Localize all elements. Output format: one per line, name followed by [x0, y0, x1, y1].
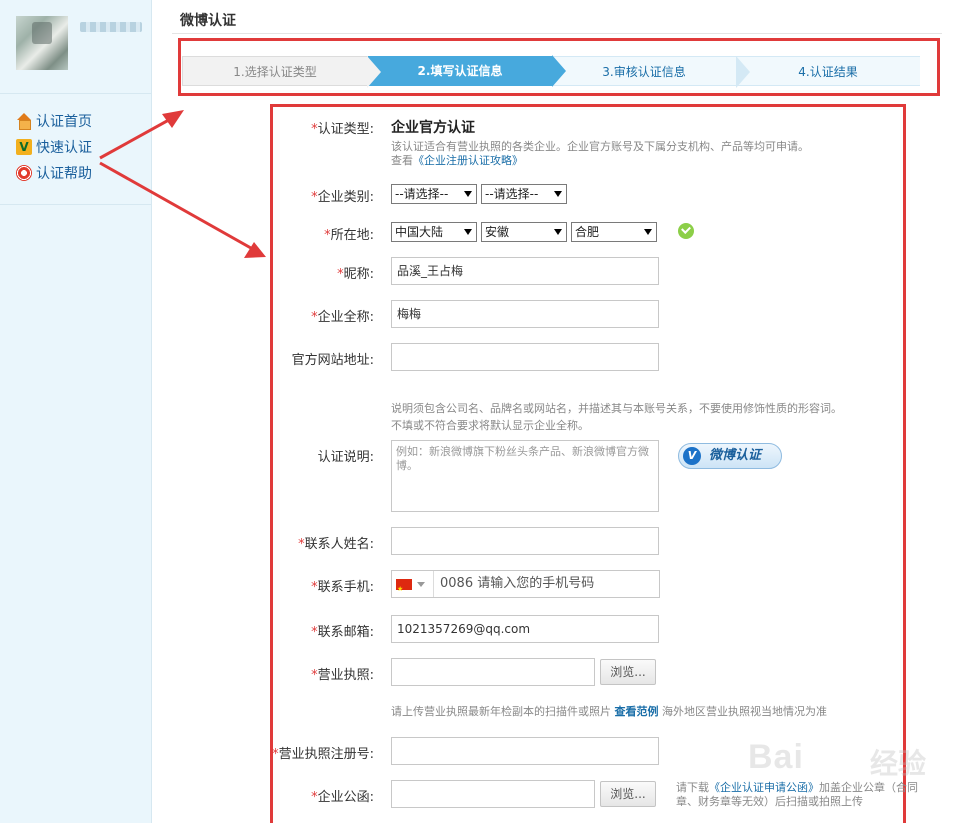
chevron-down-icon	[417, 582, 425, 587]
chevron-down-icon	[464, 191, 472, 197]
sidebar-item-label: 认证首页	[36, 114, 92, 130]
quick-verify-icon: V	[16, 139, 32, 155]
label-contact-name: *联系人姓名:	[298, 537, 374, 552]
sidebar-item-quick-verify[interactable]: V 快速认证	[0, 134, 151, 160]
chevron-down-icon	[644, 229, 652, 235]
chevron-down-icon	[554, 229, 562, 235]
country-code-select[interactable]	[392, 571, 434, 602]
description-textarea[interactable]: 例如：新浪微博旗下粉丝头条产品、新浪微博官方微博。	[391, 440, 659, 512]
avatar[interactable]	[16, 16, 68, 70]
username-blurred	[80, 22, 142, 32]
verify-type-hint: 该认证适合有营业执照的各类企业。企业官方账号及下属分支机构、产品等均可申请。	[391, 140, 809, 153]
label-category: *企业类别:	[311, 190, 374, 205]
province-select[interactable]: 安徽	[481, 222, 567, 242]
email-input[interactable]: 1021357269@qq.com	[391, 615, 659, 643]
category-select-2[interactable]: --请选择--	[481, 184, 567, 204]
label-verify-type: *认证类型:	[311, 122, 374, 137]
sidebar: 认证首页 V 快速认证 认证帮助	[0, 0, 152, 823]
sidebar-item-verify-home[interactable]: 认证首页	[0, 108, 151, 134]
sidebar-item-verify-help[interactable]: 认证帮助	[0, 160, 151, 186]
baidu-watermark: Bai 经验	[748, 738, 927, 780]
license-hint: 请上传营业执照最新年检副本的扫描件或照片 查看范例 海外地区营业执照视当地情况为…	[391, 705, 827, 718]
label-email: *联系邮箱:	[311, 625, 374, 640]
desc-hint-1: 说明须包含公司名、品牌名或网站名，并描述其与本账号关系，不要使用修饰性质的形容词…	[391, 402, 842, 415]
license-example-link[interactable]: 查看范例	[615, 705, 659, 718]
city-select[interactable]: 合肥	[571, 222, 657, 242]
label-letter: *企业公函:	[311, 790, 374, 805]
nickname-input[interactable]: 品溪_王占梅	[391, 257, 659, 285]
verify-type-guide: 查看《企业注册认证攻略》	[391, 154, 523, 167]
country-select[interactable]: 中国大陆	[391, 222, 477, 242]
license-file-input[interactable]	[391, 658, 595, 686]
website-input[interactable]	[391, 343, 659, 371]
category-select-1[interactable]: --请选择--	[391, 184, 477, 204]
page-title: 微博认证	[180, 13, 236, 29]
letter-file-input[interactable]	[391, 780, 595, 808]
label-phone: *联系手机:	[311, 580, 374, 595]
guide-link[interactable]: 《企业注册认证攻略》	[413, 154, 523, 167]
verify-type-value: 企业官方认证	[391, 120, 475, 136]
phone-input[interactable]: 0086 请输入您的手机号码	[440, 571, 594, 597]
weibo-verify-badge: V 微博认证	[678, 443, 782, 469]
label-description: 认证说明:	[317, 450, 374, 465]
letter-browse-button[interactable]: 浏览...	[600, 781, 656, 807]
lifebuoy-icon	[16, 165, 32, 181]
label-license: *营业执照:	[311, 668, 374, 683]
desc-hint-2: 不填或不符合要求将默认显示企业全称。	[391, 419, 589, 432]
profile-area	[0, 0, 151, 94]
company-name-input[interactable]: 梅梅	[391, 300, 659, 328]
label-license-no: *营业执照注册号:	[272, 747, 374, 762]
sidebar-item-label: 认证帮助	[36, 166, 92, 182]
main-content: 微博认证 1.选择认证类型 2.填写认证信息 3.审核认证信息 4.认证结果 *…	[152, 0, 969, 823]
label-website: 官方网站地址:	[291, 353, 374, 368]
label-company-name: *企业全称:	[311, 310, 374, 325]
home-icon	[16, 113, 32, 130]
contact-name-input[interactable]	[391, 527, 659, 555]
sidebar-nav: 认证首页 V 快速认证 认证帮助	[0, 94, 151, 205]
verified-v-icon: V	[683, 447, 701, 465]
label-nickname: *昵称:	[337, 267, 374, 282]
label-location: *所在地:	[324, 228, 374, 243]
sidebar-item-label: 快速认证	[36, 140, 92, 156]
chevron-down-icon	[464, 229, 472, 235]
license-no-input[interactable]	[391, 737, 659, 765]
china-flag-icon	[396, 576, 412, 602]
chevron-down-icon	[554, 191, 562, 197]
license-browse-button[interactable]: 浏览...	[600, 659, 656, 685]
divider	[172, 33, 942, 34]
check-icon	[678, 223, 694, 239]
phone-field[interactable]: 0086 请输入您的手机号码	[391, 570, 660, 602]
